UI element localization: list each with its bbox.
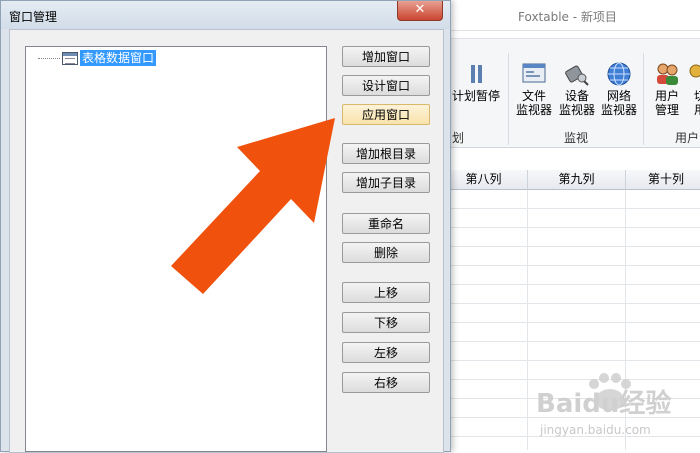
pointer-arrow-icon bbox=[171, 118, 335, 294]
pointer-arrow-shape bbox=[171, 118, 335, 294]
